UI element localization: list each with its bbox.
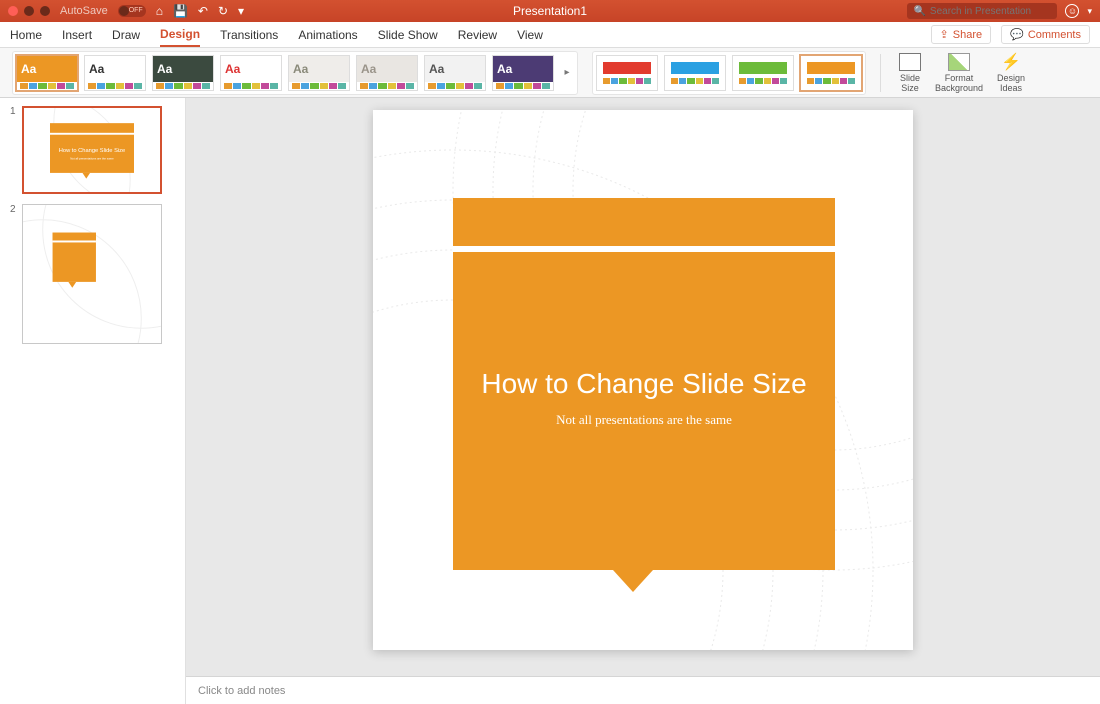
tab-view[interactable]: View — [517, 24, 543, 46]
theme-option-2[interactable]: Aa — [152, 55, 214, 91]
design-ideas-icon: ⚡ — [1000, 53, 1022, 71]
title-bubble[interactable]: How to Change Slide Size Not all present… — [453, 198, 835, 570]
editor-area: How to Change Slide Size Not all present… — [186, 98, 1100, 704]
document-title: Presentation1 — [513, 4, 587, 18]
slide-thumbnail-1[interactable]: 1 How to Change Slide Size Not all prese… — [10, 106, 175, 194]
theme-option-0[interactable]: Aa — [16, 55, 78, 91]
format-background-label: Format Background — [935, 73, 983, 93]
svg-text:Not all presentations are the: Not all presentations are the same — [70, 157, 114, 161]
feedback-icon[interactable]: ☺ — [1065, 4, 1079, 18]
theme-option-6[interactable]: Aa — [424, 55, 486, 91]
variant-option-2[interactable] — [732, 55, 794, 91]
share-icon: ⇪ — [940, 28, 949, 41]
minimize-window-icon[interactable] — [24, 6, 34, 16]
design-ideas-label: Design Ideas — [997, 73, 1025, 93]
design-tools: Slide Size Format Background ⚡ Design Id… — [899, 53, 1025, 93]
theme-option-3[interactable]: Aa — [220, 55, 282, 91]
variants-gallery — [592, 51, 866, 95]
search-icon: 🔍 — [913, 6, 925, 17]
share-label: Share — [953, 29, 982, 41]
theme-option-5[interactable]: Aa — [356, 55, 418, 91]
title-bar: AutoSave OFF ⌂ 💾 ↶ ↻ ▾ Presentation1 🔍 ☺… — [0, 0, 1100, 22]
format-background-icon — [948, 53, 970, 71]
search-input[interactable] — [930, 6, 1062, 17]
slide-size-icon — [899, 53, 921, 71]
variant-option-1[interactable] — [664, 55, 726, 91]
notes-pane[interactable]: Click to add notes — [186, 676, 1100, 704]
canvas-scroll[interactable]: How to Change Slide Size Not all present… — [186, 98, 1100, 676]
design-ideas-button[interactable]: ⚡ Design Ideas — [997, 53, 1025, 93]
slide-thumbnail-2[interactable]: 2 — [10, 204, 175, 344]
zoom-window-icon[interactable] — [40, 6, 50, 16]
tab-transitions[interactable]: Transitions — [220, 24, 278, 46]
slide-title[interactable]: How to Change Slide Size — [453, 368, 835, 400]
save-icon[interactable]: 💾 — [173, 4, 188, 18]
slide-thumb-canvas[interactable] — [22, 204, 162, 344]
autosave-label: AutoSave — [60, 5, 108, 17]
redo-icon[interactable]: ↻ — [218, 4, 228, 18]
tab-review[interactable]: Review — [458, 24, 497, 46]
slide-canvas[interactable]: How to Change Slide Size Not all present… — [373, 110, 913, 650]
share-button[interactable]: ⇪ Share — [931, 25, 992, 44]
tab-slide-show[interactable]: Slide Show — [378, 24, 438, 46]
svg-text:How to Change Slide Size: How to Change Slide Size — [58, 148, 124, 154]
slide-subtitle[interactable]: Not all presentations are the same — [453, 412, 835, 428]
themes-more-icon[interactable]: ▸ — [560, 67, 574, 78]
slide-number: 1 — [10, 106, 16, 194]
themes-gallery: Aa Aa Aa Aa Aa Aa Aa Aa ▸ — [12, 51, 578, 95]
slide-number: 2 — [10, 204, 16, 344]
comments-icon: 💬 — [1010, 28, 1024, 41]
variant-option-3[interactable] — [800, 55, 862, 91]
bubble-header-bar — [453, 198, 835, 252]
slide-size-button[interactable]: Slide Size — [899, 53, 921, 93]
slide-thumbnails-panel: 1 How to Change Slide Size Not all prese… — [0, 98, 186, 704]
workspace: 1 How to Change Slide Size Not all prese… — [0, 98, 1100, 704]
account-dropdown-icon[interactable]: ▾ — [1087, 6, 1092, 17]
bubble-tail — [613, 570, 653, 592]
autosave-toggle[interactable]: OFF — [118, 5, 146, 17]
qat-dropdown-icon[interactable]: ▾ — [238, 4, 244, 18]
slide-thumb-canvas[interactable]: How to Change Slide Size Not all present… — [22, 106, 162, 194]
tab-design[interactable]: Design — [160, 23, 200, 47]
format-background-button[interactable]: Format Background — [935, 53, 983, 93]
window-controls — [8, 6, 50, 16]
design-ribbon: Aa Aa Aa Aa Aa Aa Aa Aa ▸ Slide Size For… — [0, 48, 1100, 98]
variant-option-0[interactable] — [596, 55, 658, 91]
theme-option-7[interactable]: Aa — [492, 55, 554, 91]
notes-placeholder: Click to add notes — [198, 685, 285, 697]
theme-option-4[interactable]: Aa — [288, 55, 350, 91]
undo-icon[interactable]: ↶ — [198, 4, 208, 18]
tab-insert[interactable]: Insert — [62, 24, 92, 46]
tab-animations[interactable]: Animations — [298, 24, 357, 46]
slide-size-label: Slide Size — [900, 73, 920, 93]
close-window-icon[interactable] — [8, 6, 18, 16]
theme-option-1[interactable]: Aa — [84, 55, 146, 91]
tab-draw[interactable]: Draw — [112, 24, 140, 46]
comments-button[interactable]: 💬 Comments — [1001, 25, 1090, 44]
menu-bar: Home Insert Draw Design Transitions Anim… — [0, 22, 1100, 48]
search-box[interactable]: 🔍 — [907, 3, 1057, 19]
home-icon[interactable]: ⌂ — [156, 4, 163, 18]
tab-home[interactable]: Home — [10, 24, 42, 46]
comments-label: Comments — [1028, 29, 1081, 41]
